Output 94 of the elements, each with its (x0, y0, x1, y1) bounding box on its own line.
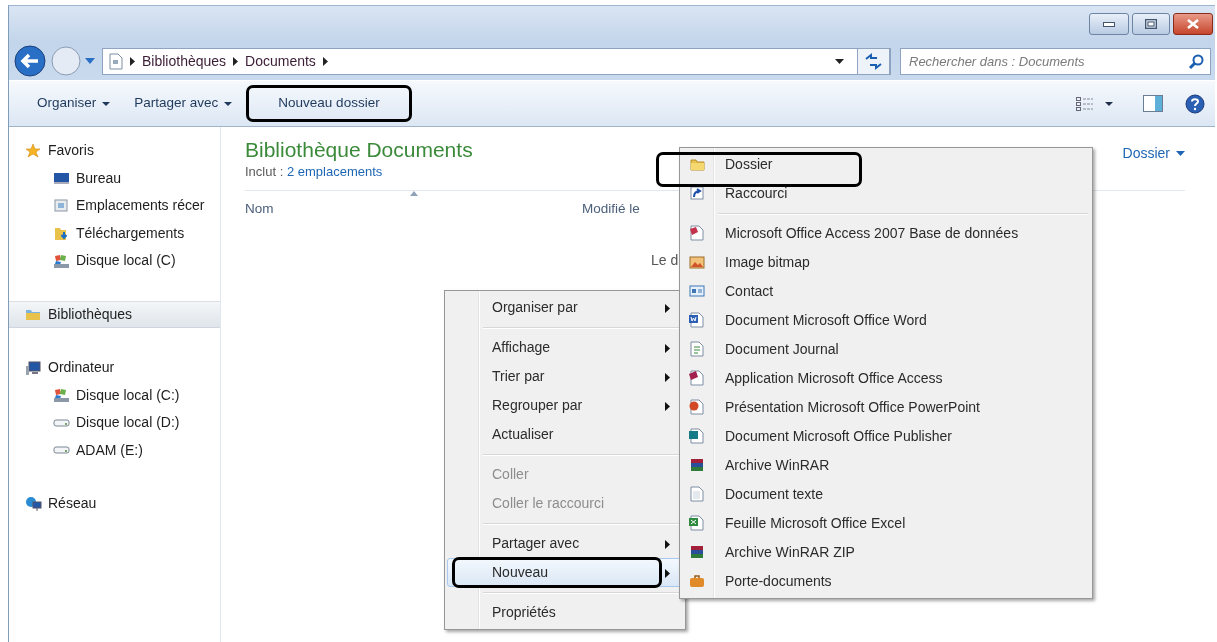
document-icon (689, 312, 706, 328)
sort-arrow-icon (409, 190, 418, 196)
drive-icon (53, 387, 70, 404)
briefcase-icon (689, 573, 706, 589)
sidebar-item[interactable]: Réseau (9, 490, 220, 518)
empty-folder-message: Le d (651, 250, 679, 270)
sidebar-item[interactable]: Disque local (D:) (9, 409, 220, 437)
breadcrumb[interactable]: Bibliothèques (142, 50, 227, 72)
back-button[interactable] (13, 44, 47, 78)
journal-icon (689, 341, 706, 357)
sidebar-item[interactable]: Bureau (9, 164, 220, 192)
menu-item[interactable]: Document Microsoft Office Word (682, 306, 1090, 335)
minimize-icon (1103, 21, 1115, 27)
sidebar-item[interactable]: Ordinateur (9, 354, 220, 382)
menu-item[interactable]: Document Journal (682, 335, 1090, 364)
sidebar-item[interactable]: Disque local (C) (9, 247, 220, 275)
menu-item[interactable]: Dossier (682, 150, 1090, 179)
minimize-button[interactable] (1089, 13, 1129, 35)
menu-item[interactable]: Microsoft Office Access 2007 Base de données (682, 219, 1090, 248)
close-icon (1187, 19, 1199, 29)
caret-icon (224, 101, 233, 106)
sidebar-item[interactable]: Emplacements récer (9, 192, 220, 220)
arrange-dropdown[interactable]: Dossier (1122, 143, 1185, 164)
column-header[interactable]: Nom (245, 190, 582, 219)
chevron-icon[interactable] (130, 56, 135, 66)
spreadsheet-icon (689, 515, 706, 531)
database-icon (689, 225, 706, 241)
star-icon (25, 142, 42, 159)
publication-icon (689, 428, 706, 444)
presentation-icon (689, 399, 706, 415)
view-options-icon[interactable] (1076, 96, 1093, 111)
desktop-icon (53, 170, 70, 187)
close-button[interactable] (1173, 13, 1213, 35)
menu-item[interactable]: Trier par (447, 362, 683, 391)
caret-icon (1176, 151, 1185, 156)
image-icon (689, 254, 706, 270)
sidebar-item[interactable]: ADAM (E:) (9, 436, 220, 464)
menu-item[interactable]: Regrouper par (447, 391, 683, 420)
menu-item[interactable]: Application Microsoft Office Access (682, 364, 1090, 393)
address-bar[interactable]: Bibliothèques Documents (102, 47, 891, 75)
network-icon (25, 495, 42, 512)
menu-item[interactable]: Document texte (682, 480, 1090, 509)
caret-icon[interactable] (1105, 101, 1113, 106)
maximize-button[interactable] (1132, 13, 1170, 35)
menu-item[interactable]: Actualiser (447, 420, 683, 449)
text-file-icon (689, 486, 706, 502)
shortcut-icon (689, 185, 706, 201)
sidebar-item[interactable]: Bibliothèques (9, 300, 220, 328)
menu-item[interactable]: Archive WinRAR (682, 451, 1090, 480)
maximize-icon (1145, 19, 1157, 29)
menu-item[interactable]: Affichage (447, 333, 683, 362)
drive-icon (53, 418, 70, 427)
menu-item[interactable]: Contact (682, 277, 1090, 306)
help-icon[interactable] (1185, 93, 1205, 114)
chevron-icon[interactable] (233, 56, 239, 66)
preview-pane-icon[interactable] (1143, 95, 1163, 112)
archive-icon (689, 457, 706, 473)
recent-places-icon (53, 197, 70, 214)
drive-icon (53, 252, 70, 269)
menu-item[interactable]: Raccourci (682, 179, 1090, 208)
sidebar-item[interactable]: Favoris (9, 137, 220, 165)
menu-item[interactable]: Propriétés (447, 598, 683, 627)
includes-text: Inclut : 2 emplacements (245, 163, 384, 182)
archive-icon (689, 544, 706, 560)
page-icon (109, 52, 123, 70)
search-field[interactable]: Rechercher dans : Documents (900, 47, 1211, 75)
toolbar-button[interactable]: Partager avec (124, 87, 243, 120)
drive-icon (53, 446, 70, 455)
menu-item[interactable]: Organiser par (447, 293, 683, 322)
application-icon (689, 370, 706, 386)
menu-item[interactable]: Porte-documents (682, 567, 1090, 596)
toolbar-button[interactable]: Nouveau dossier (246, 85, 412, 122)
column-header[interactable]: Modifié le (582, 190, 640, 219)
menu-item[interactable]: Archive WinRAR ZIP (682, 538, 1090, 567)
menu-item[interactable]: Présentation Microsoft Office PowerPoint (682, 393, 1090, 422)
chevron-icon[interactable] (322, 56, 328, 66)
breadcrumb[interactable]: Documents (245, 50, 316, 72)
locations-link[interactable]: 2 emplacements (286, 164, 383, 180)
toolbar-button[interactable]: Organiser (27, 87, 121, 120)
sidebar-item[interactable]: Téléchargements (9, 219, 220, 247)
menu-item[interactable]: Feuille Microsoft Office Excel (682, 509, 1090, 538)
search-icon (1188, 53, 1204, 70)
sidebar-item[interactable]: Disque local (C:) (9, 381, 220, 409)
computer-icon (25, 359, 42, 376)
caret-icon (102, 101, 111, 106)
contact-card-icon (689, 283, 706, 299)
caret-icon[interactable] (835, 58, 844, 64)
folder-icon (689, 156, 706, 172)
menu-item[interactable]: Image bitmap (682, 248, 1090, 277)
menu-item[interactable]: Document Microsoft Office Publisher (682, 422, 1090, 451)
library-title: Bibliothèque Documents (245, 137, 473, 163)
downloads-folder-icon (53, 225, 70, 242)
menu-item[interactable]: Partager avec (447, 529, 683, 558)
refresh-button[interactable] (857, 47, 890, 75)
